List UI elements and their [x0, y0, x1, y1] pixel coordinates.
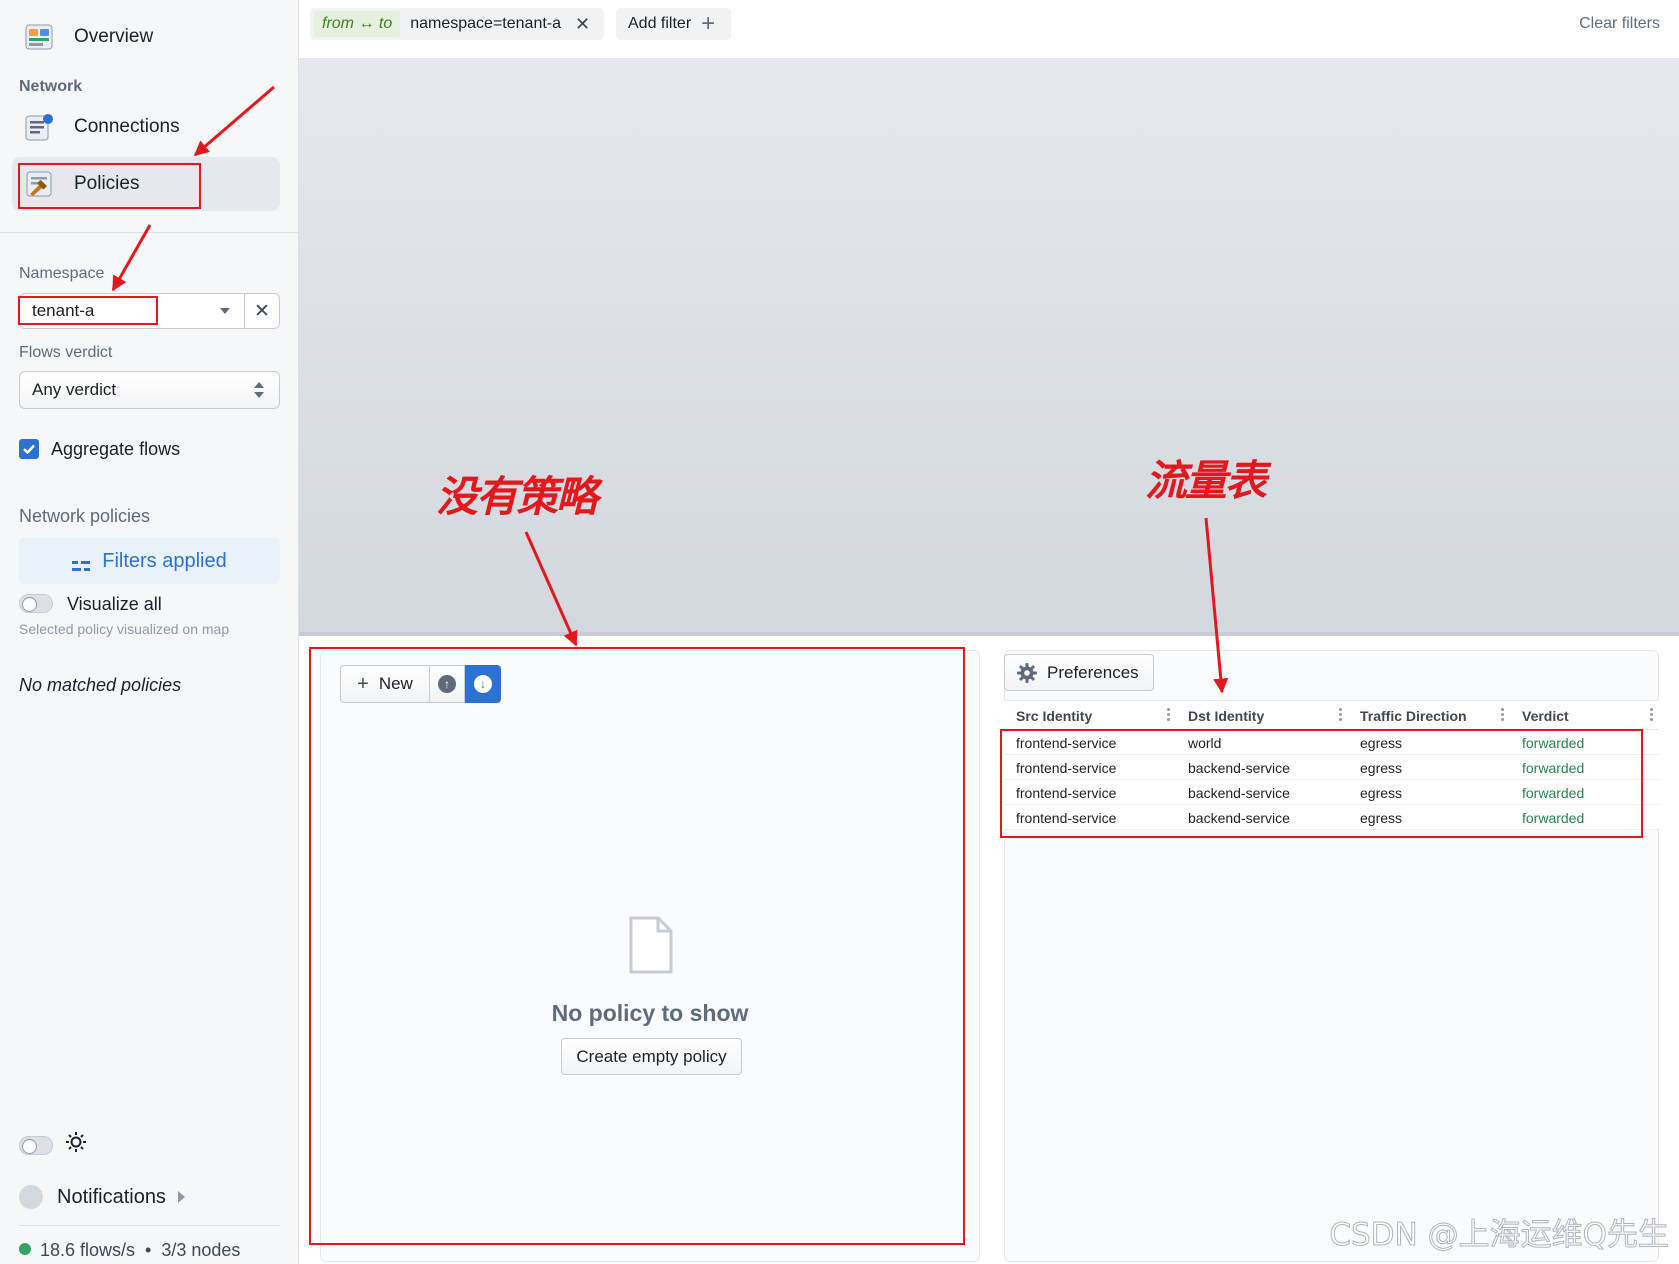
annotation-box-namespace	[18, 296, 158, 325]
nav-item-connections[interactable]: Connections	[12, 100, 280, 154]
plus-icon: +	[701, 10, 716, 37]
filter-chip[interactable]: from ↔ to namespace=tenant-a ✕	[310, 8, 604, 40]
column-menu-icon[interactable]	[1339, 708, 1342, 722]
watermark-text: CSDN @上海运维Q先生	[1329, 1217, 1670, 1254]
section-network: Network	[19, 78, 83, 95]
remove-filter-icon[interactable]: ✕	[575, 14, 590, 35]
network-policies-label: Network policies	[19, 506, 151, 526]
panel-resize-handle[interactable]	[299, 632, 1679, 636]
gear-icon	[1017, 662, 1037, 683]
flows-verdict-label: Flows verdict	[19, 344, 113, 361]
caret-right-icon	[177, 1191, 185, 1203]
column-header[interactable]: Traffic Direction	[1348, 701, 1510, 730]
double-caret-icon	[254, 382, 264, 398]
column-menu-icon[interactable]	[1650, 708, 1653, 722]
column-menu-icon[interactable]	[1501, 708, 1504, 722]
filter-value: namespace=tenant-a	[410, 15, 562, 32]
filters-applied-label: Filters applied	[102, 549, 227, 572]
service-map[interactable]	[299, 59, 1679, 636]
theme-toggle[interactable]	[19, 1136, 53, 1155]
preferences-label: Preferences	[1047, 662, 1139, 682]
nodes-count: 3/3 nodes	[161, 1240, 241, 1260]
column-header[interactable]: Verdict	[1510, 701, 1659, 730]
caret-down-icon	[220, 308, 230, 314]
sidebar-divider	[0, 232, 299, 233]
column-header[interactable]: Src Identity	[1004, 701, 1176, 730]
no-matched-policies: No matched policies	[19, 675, 182, 695]
annotation-no-policy: 没有策略	[436, 472, 598, 521]
namespace-clear-button[interactable]: ✕	[244, 293, 280, 329]
aggregate-flows-checkbox[interactable]	[19, 439, 39, 459]
visualize-all-label: Visualize all	[67, 594, 162, 614]
visualize-hint: Selected policy visualized on map	[19, 621, 230, 637]
add-filter-label: Add filter	[628, 15, 692, 32]
aggregate-flows-label: Aggregate flows	[51, 439, 181, 459]
status-separator: •	[145, 1240, 152, 1260]
annotation-box-policies	[18, 163, 201, 209]
footer-divider	[19, 1225, 280, 1226]
add-filter-button[interactable]: Add filter +	[616, 8, 731, 40]
status-dot-icon	[19, 1243, 31, 1255]
annotation-flow-table: 流量表	[1145, 456, 1267, 505]
flows-verdict-value: Any verdict	[32, 380, 117, 399]
nav-item-overview[interactable]: Overview	[12, 10, 280, 64]
connections-icon	[24, 112, 54, 142]
nav-label-overview: Overview	[74, 26, 154, 47]
app-window: Overview Network Connections Policies Na…	[0, 0, 1679, 1264]
chat-bubble-icon	[19, 1185, 43, 1209]
filters-applied-button[interactable]: Filters applied	[19, 538, 280, 584]
flows-rate: 18.6 flows/s	[40, 1240, 136, 1260]
checkmark-icon	[23, 444, 35, 455]
annotation-box-flows-table	[1000, 729, 1643, 838]
flows-table-header: Src Identity Dst Identity Traffic Direct…	[1004, 700, 1659, 730]
namespace-label: Namespace	[19, 265, 105, 282]
sun-icon	[65, 1131, 87, 1158]
column-header[interactable]: Dst Identity	[1176, 701, 1348, 730]
notifications-label: Notifications	[57, 1185, 166, 1208]
filter-direction[interactable]: from ↔ to	[314, 11, 401, 37]
cluster-status: 18.6 flows/s • 3/3 nodes	[40, 1240, 240, 1261]
flows-verdict-select[interactable]: Any verdict	[19, 371, 280, 409]
visualize-all-toggle[interactable]	[19, 594, 53, 613]
notifications-toggle[interactable]: Notifications	[19, 1185, 185, 1209]
preferences-button[interactable]: Preferences	[1004, 654, 1154, 691]
close-icon: ✕	[254, 300, 270, 322]
nav-label-connections: Connections	[74, 116, 180, 137]
annotation-box-policy-panel	[309, 647, 965, 1245]
column-menu-icon[interactable]	[1167, 708, 1170, 722]
filter-sliders-icon	[72, 555, 91, 571]
clear-filters-link[interactable]: Clear filters	[1579, 15, 1660, 33]
overview-icon	[24, 22, 54, 52]
